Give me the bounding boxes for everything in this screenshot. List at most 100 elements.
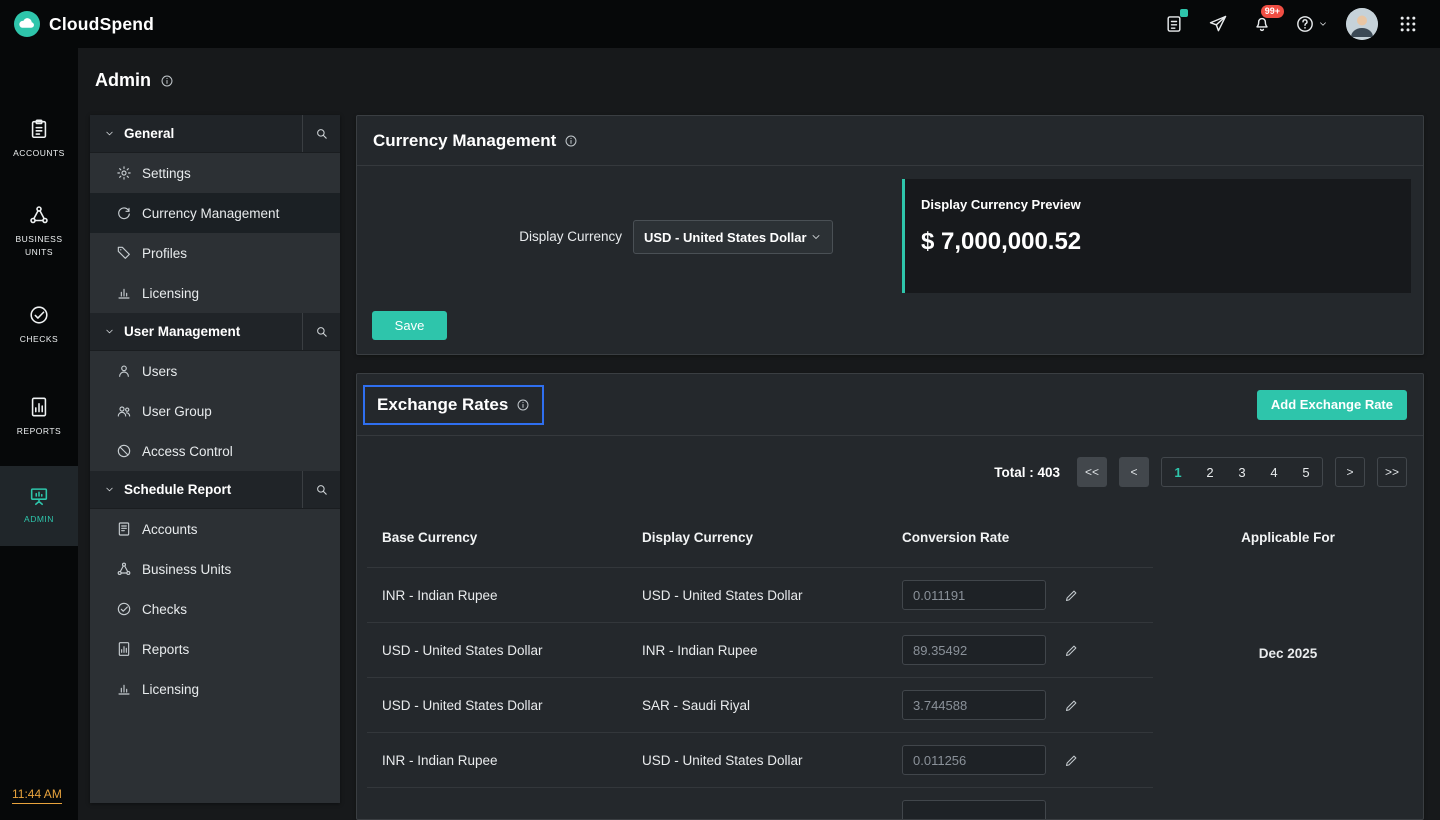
search-icon: [314, 324, 329, 339]
conversion-rate-input[interactable]: [902, 800, 1046, 820]
header-base-currency: Base Currency: [367, 530, 627, 545]
header-display-currency: Display Currency: [627, 530, 887, 545]
admin-icon: [28, 485, 50, 507]
help-button[interactable]: [1288, 6, 1334, 42]
sidebar-item-label: Licensing: [142, 682, 199, 697]
sidebar-item-schedule-reports[interactable]: Reports: [90, 629, 340, 669]
section-user-management-toggle[interactable]: User Management: [90, 313, 302, 350]
conversion-rate-input[interactable]: [902, 690, 1046, 720]
notifications-button[interactable]: 99+: [1244, 6, 1280, 42]
cloudspend-logo-icon: [14, 11, 40, 37]
display-currency-select[interactable]: USD - United States Dollar: [633, 220, 833, 254]
rail-item-business-units[interactable]: BUSINESS UNITS: [0, 204, 78, 259]
sidebar-item-settings[interactable]: Settings: [90, 153, 340, 193]
section-label: User Management: [124, 324, 240, 339]
edit-rate-button[interactable]: [1064, 586, 1082, 604]
info-icon[interactable]: [160, 74, 174, 88]
sidebar-item-user-group[interactable]: User Group: [90, 391, 340, 431]
pagination-page-4[interactable]: 4: [1258, 458, 1290, 486]
section-label: Schedule Report: [124, 482, 231, 497]
rail-item-checks[interactable]: CHECKS: [0, 304, 78, 346]
pagination-first-button[interactable]: <<: [1077, 457, 1107, 487]
rail-label: ADMIN: [24, 513, 54, 526]
pagination-page-1[interactable]: 1: [1162, 458, 1194, 486]
page-header: Admin: [95, 70, 174, 91]
sidebar-item-licensing[interactable]: Licensing: [90, 273, 340, 313]
conversion-rate-input[interactable]: [902, 635, 1046, 665]
sidebar-item-label: Settings: [142, 166, 191, 181]
rail-item-reports[interactable]: REPORTS: [0, 396, 78, 438]
avatar[interactable]: [1346, 8, 1378, 40]
save-button[interactable]: Save: [372, 311, 447, 340]
rail-item-accounts[interactable]: ACCOUNTS: [0, 118, 78, 160]
section-schedule-report-search-button[interactable]: [302, 471, 340, 508]
check-circle-icon: [116, 601, 132, 617]
edit-rate-button[interactable]: [1064, 751, 1082, 769]
section-schedule-report-toggle[interactable]: Schedule Report: [90, 471, 302, 508]
bar-chart-icon: [116, 681, 132, 697]
sidebar-item-currency-management[interactable]: Currency Management: [90, 193, 340, 233]
report-icon: [116, 641, 132, 657]
exchange-rates-title: Exchange Rates: [377, 395, 508, 415]
apps-grid-icon: [1398, 14, 1418, 34]
sidebar-item-users[interactable]: Users: [90, 351, 340, 391]
page-title: Admin: [95, 70, 151, 91]
section-general-search-button[interactable]: [302, 115, 340, 152]
display-currency-cell: USD - United States Dollar: [627, 588, 887, 603]
info-icon[interactable]: [516, 398, 530, 412]
exchange-rates-panel: Exchange Rates Add Exchange Rate Total :…: [356, 373, 1424, 820]
whats-new-button[interactable]: [1200, 6, 1236, 42]
left-rail: ACCOUNTS BUSINESS UNITS CHECKS REPORTS A…: [0, 48, 78, 820]
sidebar-item-schedule-licensing[interactable]: Licensing: [90, 669, 340, 709]
base-currency-cell: USD - United States Dollar: [367, 698, 627, 713]
sidebar-item-label: Reports: [142, 642, 189, 657]
edit-rate-button[interactable]: [1064, 641, 1082, 659]
pagination-last-button[interactable]: >>: [1377, 457, 1407, 487]
sidebar-item-schedule-checks[interactable]: Checks: [90, 589, 340, 629]
sidebar-item-schedule-accounts[interactable]: Accounts: [90, 509, 340, 549]
bar-chart-icon: [116, 285, 132, 301]
sidebar-item-label: Business Units: [142, 562, 231, 577]
conversion-rate-input[interactable]: [902, 745, 1046, 775]
preview-amount: $ 7,000,000.52: [921, 228, 1395, 256]
section-general-toggle[interactable]: General: [90, 115, 302, 152]
pagination-prev-button[interactable]: <: [1119, 457, 1149, 487]
user-icon: [116, 363, 132, 379]
rail-item-admin[interactable]: ADMIN: [0, 466, 78, 546]
add-exchange-rate-button[interactable]: Add Exchange Rate: [1257, 390, 1407, 420]
sidebar-item-label: Checks: [142, 602, 187, 617]
currency-panel-title: Currency Management: [373, 131, 556, 151]
info-icon[interactable]: [564, 134, 578, 148]
sidebar-item-label: Currency Management: [142, 206, 279, 221]
section-user-management-search-button[interactable]: [302, 313, 340, 350]
edit-rate-button[interactable]: [1064, 696, 1082, 714]
brand-logo[interactable]: CloudSpend: [14, 11, 154, 37]
chevron-down-icon: [1318, 19, 1328, 29]
pagination-page-2[interactable]: 2: [1194, 458, 1226, 486]
topbar: CloudSpend 99+: [0, 0, 1440, 48]
ledger-icon: [116, 521, 132, 537]
announcements-button[interactable]: [1156, 6, 1192, 42]
pagination-page-3[interactable]: 3: [1226, 458, 1258, 486]
whats-new-icon: [1208, 14, 1228, 34]
sidebar-item-access-control[interactable]: Access Control: [90, 431, 340, 471]
chevron-down-icon: [104, 484, 115, 495]
exchange-rates-header: Exchange Rates Add Exchange Rate: [357, 374, 1423, 436]
notification-badge: 99+: [1261, 5, 1284, 18]
pagination-page-5[interactable]: 5: [1290, 458, 1322, 486]
pagination-next-button[interactable]: >: [1335, 457, 1365, 487]
conversion-rate-input[interactable]: [902, 580, 1046, 610]
sidebar-item-profiles[interactable]: Profiles: [90, 233, 340, 273]
display-currency-value: USD - United States Dollar: [644, 230, 807, 245]
exchange-rates-table: Base Currency Display Currency Conversio…: [367, 508, 1423, 820]
clock-time[interactable]: 11:44 AM: [12, 787, 62, 804]
apps-grid-button[interactable]: [1390, 6, 1426, 42]
base-currency-cell: INR - Indian Rupee: [367, 588, 627, 603]
table-header-row: Base Currency Display Currency Conversio…: [367, 508, 1153, 568]
table-row: USD - United States Dollar SAR - Saudi R…: [367, 678, 1153, 733]
reports-icon: [28, 396, 50, 418]
sidebar-item-schedule-business-units[interactable]: Business Units: [90, 549, 340, 589]
header-applicable-for: Applicable For: [1153, 508, 1423, 568]
table-main-columns: Base Currency Display Currency Conversio…: [367, 508, 1153, 820]
sidebar-item-label: Users: [142, 364, 177, 379]
